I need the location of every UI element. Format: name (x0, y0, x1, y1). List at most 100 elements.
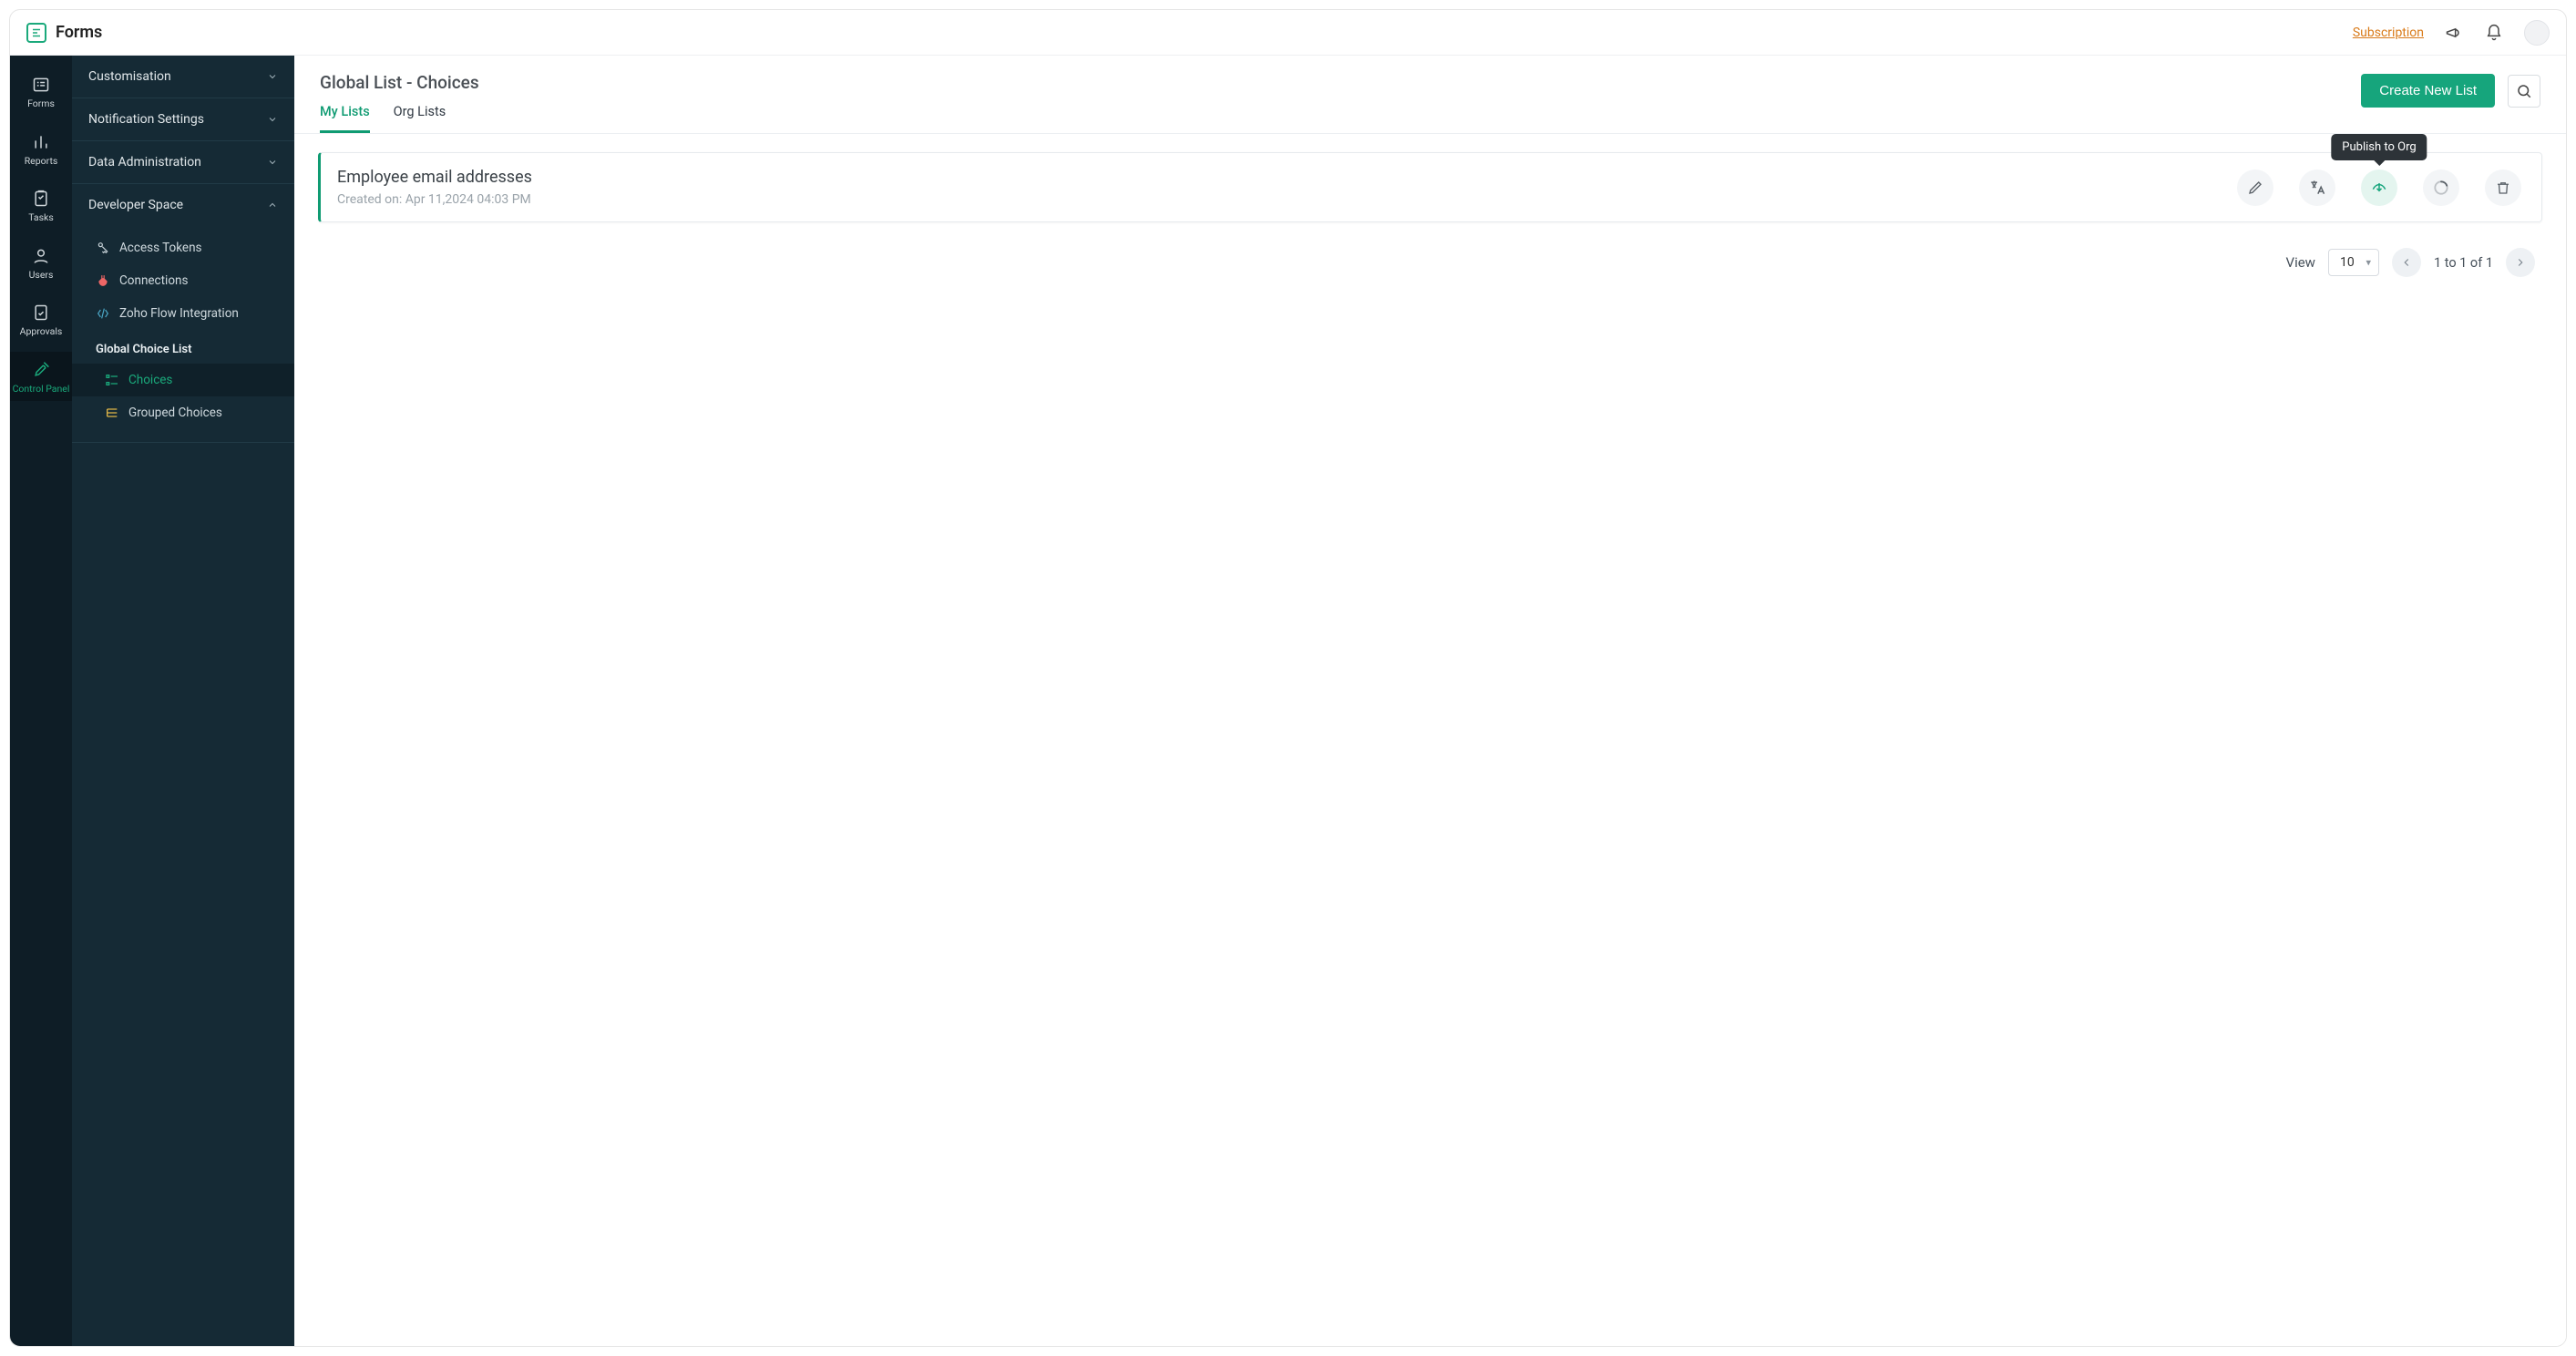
sidebar-subhead-global-choice: Global Choice List (72, 330, 294, 364)
sidebar-item-grouped-choices[interactable]: Grouped Choices (72, 396, 294, 429)
chevron-right-icon (2514, 256, 2527, 269)
list-card-meta: Created on: Apr 11,2024 04:03 PM (337, 192, 532, 207)
rail-item-users[interactable]: Users (10, 238, 72, 288)
rail-item-reports[interactable]: Reports (10, 124, 72, 174)
sidebar-item-access-tokens[interactable]: Access Tokens (72, 231, 294, 264)
approvals-icon (32, 303, 50, 322)
sidebar-section-label: Notification Settings (88, 112, 204, 127)
page-size-select[interactable]: 10 ▾ (2328, 249, 2379, 276)
content-scroll: Employee email addresses Created on: Apr… (294, 134, 2566, 1346)
chevron-down-icon (267, 114, 278, 125)
publish-icon (2370, 179, 2388, 197)
progress-circle-icon (2432, 179, 2450, 197)
choices-icon (105, 373, 119, 387)
control-panel-icon (32, 361, 50, 379)
rail-item-control-panel[interactable]: Control Panel (10, 352, 72, 402)
meta-prefix: Created on: (337, 192, 405, 207)
access-tokens-icon (96, 241, 110, 255)
rail-item-forms[interactable]: Forms (10, 67, 72, 117)
search-button[interactable] (2508, 75, 2540, 108)
trash-icon (2495, 180, 2511, 196)
app-frame: Forms Subscription Forms (9, 9, 2567, 1347)
sidebar-item-label: Zoho Flow Integration (119, 306, 239, 321)
tab-org-lists[interactable]: Org Lists (394, 104, 446, 133)
developer-space-submenu: Access Tokens Connections Zoho Flow Inte… (72, 226, 294, 443)
sidebar-section-label: Customisation (88, 69, 171, 84)
chevron-up-icon (267, 200, 278, 211)
sidebar-item-label: Choices (128, 373, 172, 387)
connections-icon (96, 273, 110, 288)
sidebar-section-customisation[interactable]: Customisation (72, 56, 294, 98)
chevron-down-icon (267, 157, 278, 168)
rail-label: Approvals (20, 326, 63, 337)
translate-button[interactable] (2299, 170, 2335, 206)
chevron-left-icon (2400, 256, 2413, 269)
list-card-title: Employee email addresses (337, 168, 532, 187)
usage-button[interactable] (2423, 170, 2459, 206)
page-size-value: 10 (2340, 255, 2355, 270)
main-content: Global List - Choices My Lists Org Lists… (294, 56, 2566, 1346)
page-status: 1 to 1 of 1 (2434, 255, 2493, 271)
grouped-choices-icon (105, 406, 119, 420)
sidebar-item-label: Connections (119, 273, 188, 288)
sidebar-item-label: Grouped Choices (128, 406, 222, 420)
sidebar-item-connections[interactable]: Connections (72, 264, 294, 297)
nav-rail: Forms Reports Tasks Users (10, 56, 72, 1346)
main-header: Global List - Choices My Lists Org Lists… (294, 56, 2566, 133)
sidebar-section-label: Data Administration (88, 155, 201, 170)
rail-label: Reports (25, 156, 58, 167)
create-new-list-button[interactable]: Create New List (2361, 74, 2495, 108)
publish-to-org-button[interactable] (2361, 170, 2397, 206)
created-on-value: Apr 11,2024 04:03 PM (405, 192, 531, 207)
edit-button[interactable] (2237, 170, 2273, 206)
rail-label: Users (29, 270, 54, 281)
chevron-down-icon: ▾ (2366, 257, 2371, 269)
tab-my-lists[interactable]: My Lists (320, 104, 370, 133)
search-icon (2516, 83, 2532, 99)
sidebar-section-label: Developer Space (88, 198, 183, 212)
rail-label: Control Panel (13, 384, 70, 395)
pagination-row: View 10 ▾ 1 to 1 of 1 (318, 222, 2542, 284)
sidebar-item-zoho-flow[interactable]: Zoho Flow Integration (72, 297, 294, 330)
publish-wrapper: Publish to Org (2361, 170, 2397, 206)
body-area: Forms Reports Tasks Users (10, 56, 2566, 1346)
list-card[interactable]: Employee email addresses Created on: Apr… (318, 152, 2542, 222)
sidebar-section-notification[interactable]: Notification Settings (72, 98, 294, 141)
sidebar-item-choices[interactable]: Choices (72, 364, 294, 396)
settings-sidebar: Customisation Notification Settings Data… (72, 56, 294, 1346)
publish-tooltip: Publish to Org (2331, 134, 2427, 160)
delete-button[interactable] (2485, 170, 2521, 206)
bell-icon[interactable] (2484, 23, 2504, 43)
sidebar-section-data-admin[interactable]: Data Administration (72, 141, 294, 184)
rail-label: Tasks (28, 212, 54, 223)
rail-label: Forms (27, 98, 55, 109)
prev-page-button[interactable] (2392, 248, 2421, 277)
rail-item-tasks[interactable]: Tasks (10, 180, 72, 231)
reports-icon (32, 133, 50, 151)
main-title-area: Global List - Choices My Lists Org Lists (320, 72, 479, 133)
users-icon (32, 247, 50, 265)
avatar[interactable] (2524, 20, 2550, 46)
tabs: My Lists Org Lists (320, 104, 479, 133)
subscription-link[interactable]: Subscription (2353, 26, 2424, 40)
list-card-text: Employee email addresses Created on: Apr… (337, 168, 532, 207)
sidebar-section-developer-space[interactable]: Developer Space (72, 184, 294, 226)
page-title: Global List - Choices (320, 72, 479, 93)
forms-icon (32, 76, 50, 94)
view-label: View (2286, 254, 2315, 271)
next-page-button[interactable] (2506, 248, 2535, 277)
translate-icon (2308, 179, 2326, 197)
announcements-icon[interactable] (2444, 23, 2464, 43)
rail-item-approvals[interactable]: Approvals (10, 294, 72, 344)
tasks-icon (32, 190, 50, 208)
main-actions: Create New List (2361, 72, 2540, 108)
topbar-right: Subscription (2353, 20, 2550, 46)
zoho-flow-icon (96, 306, 110, 321)
list-card-actions: Publish to Org (2237, 170, 2521, 206)
app-logo-icon (26, 23, 46, 43)
chevron-down-icon (267, 71, 278, 82)
topbar-left: Forms (26, 23, 102, 43)
sidebar-item-label: Access Tokens (119, 241, 202, 255)
app-name: Forms (56, 23, 102, 42)
topbar: Forms Subscription (10, 10, 2566, 56)
